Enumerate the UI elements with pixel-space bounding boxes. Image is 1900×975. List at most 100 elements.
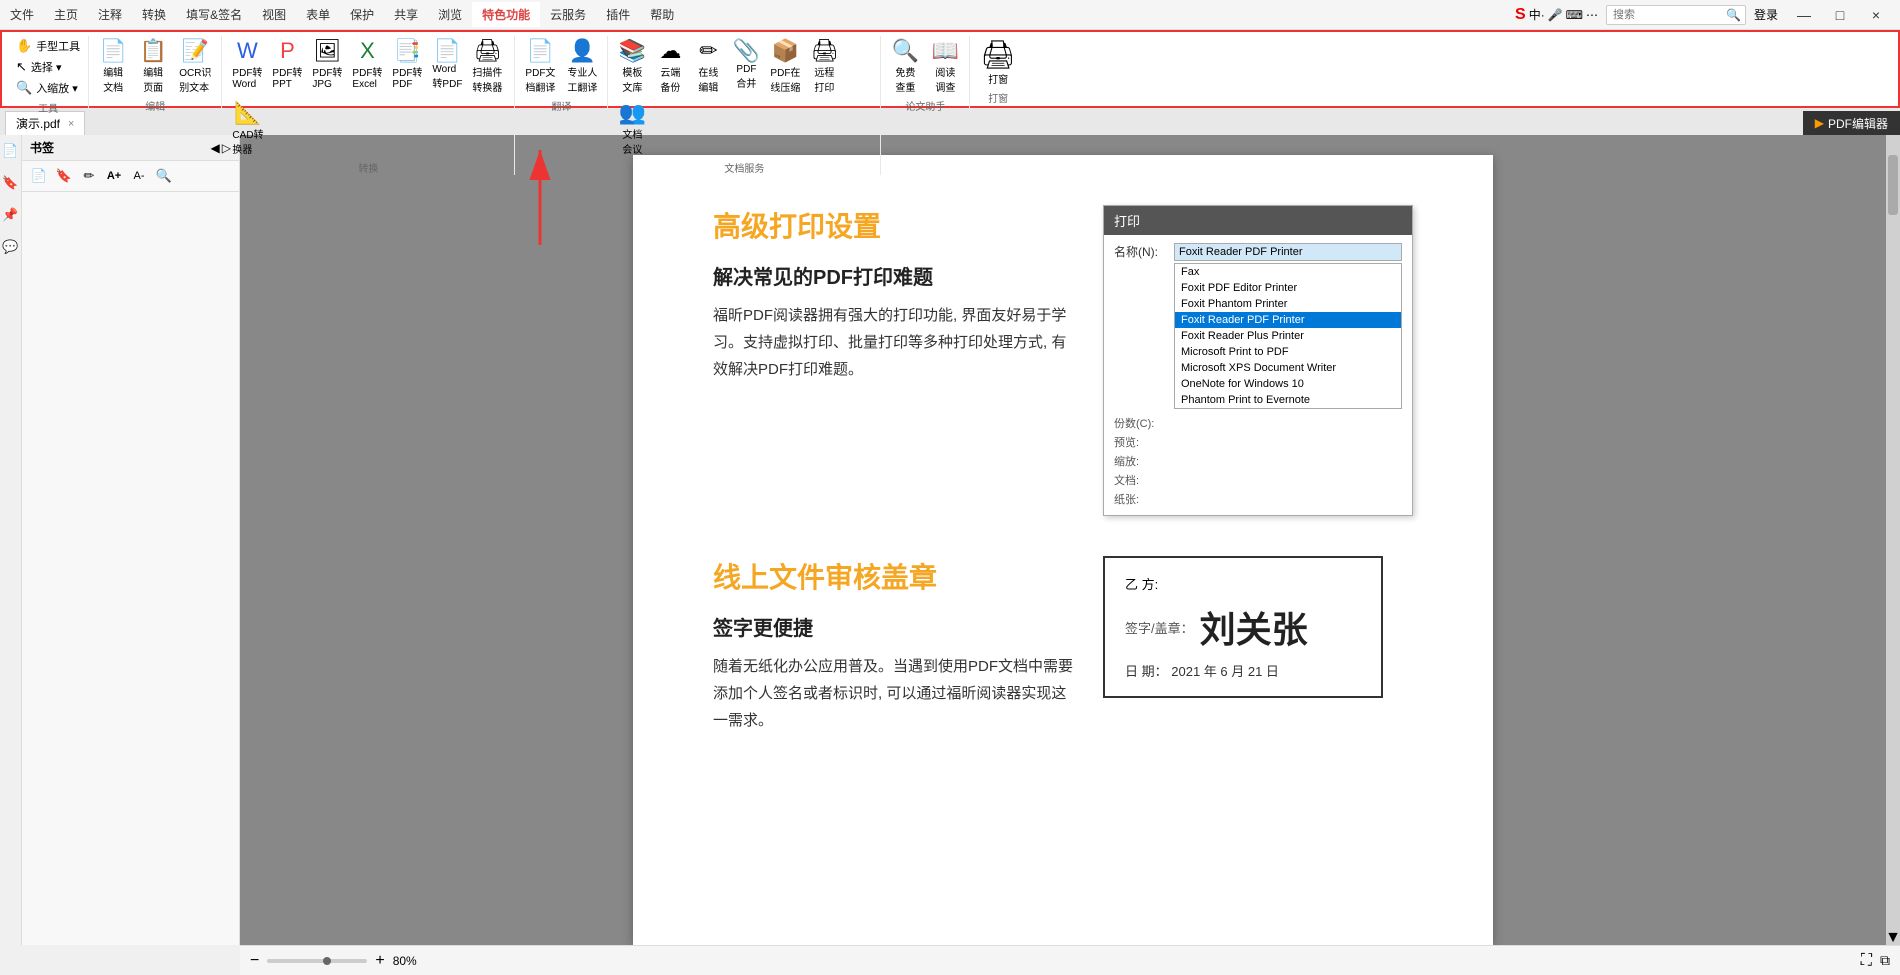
menu-convert[interactable]: 转换 [132, 2, 176, 27]
edit-group: 📄 编辑文档 📋 编辑页面 📝 OCR识别文本 编辑 [89, 36, 222, 113]
printer-ms-pdf[interactable]: Microsoft Print to PDF [1175, 344, 1401, 360]
edit-doc-button[interactable]: 📄 编辑文档 [95, 36, 131, 96]
pdf-compress-icon: 📦 [772, 38, 799, 64]
tab-close-button[interactable]: × [68, 118, 74, 130]
search-input[interactable] [1606, 5, 1746, 25]
read-survey-button[interactable]: 📖 阅读调查 [927, 36, 963, 96]
bm-search-icon[interactable]: 🔍 [153, 165, 175, 187]
printer-onenote[interactable]: OneNote for Windows 10 [1175, 376, 1401, 392]
menu-fill-sign[interactable]: 填写&签名 [176, 2, 252, 27]
cloud-backup-button[interactable]: ☁ 云端备份 [652, 36, 688, 96]
pro-translate-button[interactable]: 👤 专业人工翻译 [563, 36, 601, 96]
remote-print-button[interactable]: 🖨 远程打印 [806, 36, 842, 96]
printer-foxit-phantom[interactable]: Foxit Phantom Printer [1175, 296, 1401, 312]
scrollbar-thumb[interactable] [1888, 155, 1898, 215]
template-button[interactable]: 📚 模板文库 [614, 36, 650, 96]
login-button[interactable]: 登录 [1754, 6, 1778, 23]
side-thumbnail-icon[interactable]: 📌 [2, 207, 18, 223]
doc-service-buttons: 📚 模板文库 ☁ 云端备份 ✏ 在线编辑 📎 PDF合并 📦 PDF在线压缩 🖨 [614, 36, 874, 158]
menu-browse[interactable]: 浏览 [428, 2, 472, 27]
bm-edit-icon[interactable]: ✏ [78, 165, 100, 187]
sogou-mic-icon[interactable]: 🎤 [1548, 8, 1563, 22]
printer-foxit-editor[interactable]: Foxit PDF Editor Printer [1175, 280, 1401, 296]
edit-group-label: 编辑 [95, 98, 215, 113]
word-to-pdf-button[interactable]: 📄 Word转PDF [428, 36, 466, 92]
pdf-to-excel-button[interactable]: X PDF转Excel [348, 36, 386, 92]
edit-page-button[interactable]: 📋 编辑页面 [135, 36, 171, 96]
menu-cloud[interactable]: 云服务 [540, 2, 596, 27]
side-comment-icon[interactable]: 💬 [2, 239, 18, 255]
title-bar: 文件 主页 注释 转换 填写&签名 视图 表单 保护 共享 浏览 特色功能 云服… [0, 0, 1900, 30]
bookmark-expand-icon[interactable]: ◀ [211, 141, 220, 155]
ai-group: 🔍 免费查重 📖 阅读调查 论文助手 [881, 36, 970, 113]
pdf-to-ppt-button[interactable]: P PDF转PPT [268, 36, 306, 92]
page-canvas[interactable]: 高级打印设置 解决常见的PDF打印难题 福昕PDF阅读器拥有强大的打印功能, 界… [633, 155, 1493, 945]
side-page-icon[interactable]: 📄 [2, 143, 18, 159]
online-edit-button[interactable]: ✏ 在线编辑 [690, 36, 726, 96]
paper-label: 纸张: [1114, 491, 1164, 507]
bm-page-icon[interactable]: 📄 [28, 165, 50, 187]
pdf-translate-button[interactable]: 📄 PDF文档翻译 [521, 36, 559, 96]
menu-share[interactable]: 共享 [384, 2, 428, 27]
zoom-slider[interactable] [267, 959, 367, 963]
hand-tool-button[interactable]: ✋ 手型工具 [12, 36, 84, 56]
pdf-merge-button[interactable]: 📎 PDF合并 [728, 36, 764, 96]
menu-view[interactable]: 视图 [252, 2, 296, 27]
edit-page-label: 编辑页面 [143, 64, 163, 94]
zoom-percent: 80% [393, 954, 417, 968]
zoom-tool-button[interactable]: 🔍 入缩放 ▾ [12, 78, 84, 98]
translate-group-label: 翻译 [521, 98, 601, 113]
printer-foxit-plus[interactable]: Foxit Reader Plus Printer [1175, 328, 1401, 344]
printer-foxit-reader[interactable]: Foxit Reader PDF Printer [1175, 312, 1401, 328]
bm-bigger-icon[interactable]: A+ [103, 165, 125, 187]
menu-help[interactable]: 帮助 [640, 2, 684, 27]
close-button[interactable]: × [1858, 0, 1894, 30]
date-label: 日 期： [1125, 664, 1168, 679]
printer-phantom-evernote[interactable]: Phantom Print to Evernote [1175, 392, 1401, 408]
select-tool-button[interactable]: ↖ 选择 ▾ [12, 57, 84, 77]
menu-form[interactable]: 表单 [296, 2, 340, 27]
sogou-more-icon[interactable]: ⋯ [1586, 8, 1598, 22]
section2: 线上文件审核盖章 签字更便捷 随着无纸化办公应用普及。当遇到使用PDF文档中需要… [713, 556, 1413, 734]
pdf-to-word-button[interactable]: W PDF转Word [228, 36, 266, 92]
pdf-editor-tab[interactable]: ▶ PDF编辑器 [1803, 111, 1900, 135]
search-icon[interactable]: 🔍 [1726, 8, 1741, 22]
menu-protect[interactable]: 保护 [340, 2, 384, 27]
maximize-button[interactable]: □ [1822, 0, 1858, 30]
window-controls: — □ × [1786, 0, 1894, 30]
ocr-button[interactable]: 📝 OCR识别文本 [175, 36, 215, 96]
menu-annotation[interactable]: 注释 [88, 2, 132, 27]
printer-name-input[interactable]: Foxit Reader PDF Printer [1174, 243, 1402, 261]
menu-home[interactable]: 主页 [44, 2, 88, 27]
page-view-button[interactable]: ⧉ [1880, 952, 1890, 969]
doc-meeting-button[interactable]: 👥 文档会议 [614, 98, 650, 158]
sogou-keyboard-icon[interactable]: ⌨ [1566, 8, 1583, 22]
zoom-out-button[interactable]: − [250, 952, 259, 970]
side-bookmark-icon[interactable]: 🔖 [2, 175, 18, 191]
menu-file[interactable]: 文件 [0, 2, 44, 27]
print-button[interactable]: 🖨 打窗 [976, 36, 1020, 88]
printer-ms-xps[interactable]: Microsoft XPS Document Writer [1175, 360, 1401, 376]
printer-list: Fax Foxit PDF Editor Printer Foxit Phant… [1174, 263, 1402, 409]
pdf-editor-label: PDF编辑器 [1828, 115, 1888, 132]
fullscreen-button[interactable]: ⛶ [1861, 952, 1872, 970]
zoom-in-button[interactable]: + [375, 952, 384, 970]
bm-smaller-icon[interactable]: A- [128, 165, 150, 187]
minimize-button[interactable]: — [1786, 0, 1822, 30]
pdf-to-pdf-button[interactable]: 📑 PDF转PDF [388, 36, 426, 92]
free-check-button[interactable]: 🔍 免费查重 [887, 36, 923, 96]
pdf-compress-button[interactable]: 📦 PDF在线压缩 [766, 36, 804, 96]
scrollbar-track[interactable]: ▼ [1886, 135, 1900, 945]
printer-fax[interactable]: Fax [1175, 264, 1401, 280]
scrollbar-down-button[interactable]: ▼ [1886, 931, 1900, 945]
zoom-slider-thumb[interactable] [323, 957, 331, 965]
print-dialog-header: 打印 [1104, 206, 1412, 235]
menu-special[interactable]: 特色功能 [472, 2, 540, 27]
scan-button[interactable]: 🖨 扫描件转换器 [468, 36, 506, 96]
free-check-icon: 🔍 [892, 38, 919, 64]
pdf-excel-icon: X [360, 38, 375, 64]
pdf-to-jpg-button[interactable]: 🖼 PDF转JPG [308, 36, 346, 92]
menu-plugin[interactable]: 插件 [596, 2, 640, 27]
bm-add-icon[interactable]: 🔖 [53, 165, 75, 187]
cad-button[interactable]: 📐 CAD转换器 [228, 98, 267, 158]
